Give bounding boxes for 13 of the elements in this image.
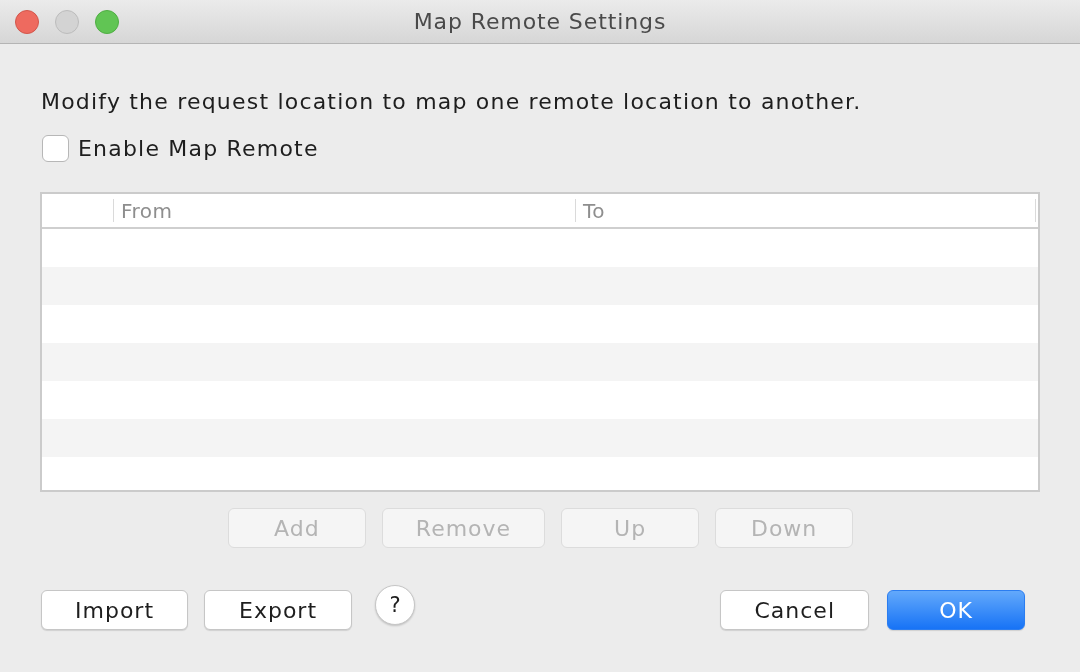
help-button[interactable]: ? (375, 585, 415, 625)
zoom-button[interactable] (95, 9, 119, 34)
column-header[interactable]: To (576, 198, 606, 223)
window-title: Map Remote Settings (413, 9, 667, 34)
checkbox-label[interactable]: Enable Map Remote (78, 135, 319, 162)
checkbox[interactable] (42, 135, 69, 162)
close-button[interactable] (15, 9, 39, 34)
description-text: Modify the request location to map one remote location to another. (41, 89, 862, 115)
dialog-button[interactable]: Cancel (720, 590, 869, 630)
default-button[interactable]: OK (887, 590, 1025, 630)
footer-button[interactable]: Export (204, 590, 352, 630)
column-header[interactable]: From (114, 198, 173, 223)
footer-button[interactable]: Import (41, 590, 188, 630)
